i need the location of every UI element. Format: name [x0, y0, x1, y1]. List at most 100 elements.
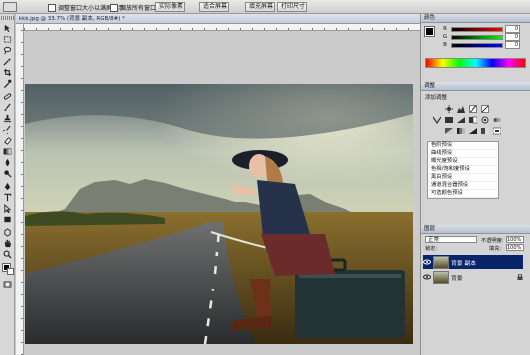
marquee-tool-icon[interactable] — [3, 35, 12, 44]
levels-icon[interactable] — [457, 105, 465, 113]
layer-name: 背景 — [451, 275, 463, 282]
eraser-tool-icon[interactable] — [3, 136, 12, 145]
green-slider-track[interactable] — [451, 34, 503, 40]
black-white-icon[interactable] — [469, 116, 477, 124]
path-selection-tool-icon[interactable] — [3, 204, 12, 213]
vertical-ruler[interactable] — [16, 24, 24, 355]
channel-label: R — [443, 26, 447, 32]
background-color-swatch[interactable] — [7, 268, 14, 275]
print-size-button[interactable]: 打印尺寸 — [277, 2, 307, 12]
color-balance-icon[interactable] — [457, 116, 465, 124]
zoom-all-windows-checkbox[interactable]: 缩放所有窗口 — [110, 3, 156, 12]
adjustments-panel-tab[interactable]: 调整 — [421, 82, 530, 91]
blur-tool-icon[interactable] — [3, 158, 12, 167]
opacity-label: 不透明度: — [481, 238, 504, 244]
zoom-tool-icon[interactable] — [3, 250, 12, 259]
options-bar: 调整窗口大小以满屏显示 缩放所有窗口 实际像素 适合屏幕 填充屏幕 打印尺寸 — [0, 0, 530, 14]
lock-label: 锁定: — [425, 246, 438, 252]
curves-icon[interactable] — [469, 105, 477, 113]
layer-name: 背景 副本 — [451, 260, 477, 267]
visibility-eye-icon[interactable] — [423, 258, 431, 266]
hand-tool-icon[interactable] — [3, 239, 12, 248]
hue-saturation-icon[interactable] — [445, 116, 453, 124]
adjustment-icon-grid — [421, 103, 530, 139]
3d-rotate-tool-icon[interactable] — [3, 228, 12, 237]
preset-item-exposure[interactable]: 曝光度预设 — [428, 158, 498, 166]
color-panel-tab-label: 颜色 — [424, 15, 436, 21]
quick-mask-icon[interactable] — [3, 280, 12, 289]
photo-filter-icon[interactable] — [481, 116, 489, 124]
fill-label: 填充: — [489, 246, 502, 252]
layer-thumbnail — [433, 255, 449, 269]
green-channel-slider[interactable]: G 0 — [441, 33, 520, 41]
layer-thumbnail — [433, 270, 449, 284]
channel-mixer-icon[interactable] — [493, 116, 501, 124]
actual-pixels-button[interactable]: 实际像素 — [155, 2, 185, 12]
adjustment-presets-list: 色阶预设 曲线预设 曝光度预设 色相/饱和度预设 黑白预设 通道混合器预设 可选… — [427, 141, 499, 199]
color-panel-foreground-swatch[interactable] — [424, 26, 435, 37]
checkbox-box[interactable] — [110, 3, 118, 12]
magic-wand-tool-icon[interactable] — [3, 57, 12, 66]
layers-tab-label: 图层 — [424, 226, 436, 232]
horizontal-ruler[interactable] — [24, 24, 420, 31]
brightness-contrast-icon[interactable] — [445, 105, 453, 113]
preset-item-black-white[interactable]: 黑白预设 — [428, 174, 498, 182]
exposure-icon[interactable] — [481, 105, 489, 113]
red-channel-slider[interactable]: R 0 — [441, 25, 520, 33]
pen-tool-icon[interactable] — [3, 182, 12, 191]
fit-screen-button[interactable]: 适合屏幕 — [199, 2, 229, 12]
zoom-tool-icon[interactable] — [3, 2, 17, 12]
preset-item-channel-mixer[interactable]: 通道混合器预设 — [428, 182, 498, 190]
crop-tool-icon[interactable] — [3, 68, 12, 77]
channel-label: B — [443, 42, 447, 48]
panel-dock: 颜色 R 0 G 0 B 0 调整 添加调整 色阶预设 曲线预设 曝光度预设 色… — [420, 14, 530, 355]
blue-channel-slider[interactable]: B 0 — [441, 41, 520, 49]
threshold-icon[interactable] — [469, 127, 477, 135]
clone-stamp-tool-icon[interactable] — [3, 114, 12, 123]
opacity-field[interactable]: 100% — [506, 236, 524, 243]
visibility-eye-icon[interactable] — [423, 273, 431, 281]
type-tool-icon[interactable] — [3, 193, 12, 202]
lasso-tool-icon[interactable] — [3, 46, 12, 55]
blue-slider-track[interactable] — [451, 42, 503, 48]
lock-icon — [517, 274, 523, 280]
invert-icon[interactable] — [445, 127, 453, 135]
fill-screen-button[interactable]: 填充屏幕 — [245, 2, 275, 12]
channel-label: G — [442, 34, 448, 40]
color-spectrum-ramp[interactable] — [425, 58, 526, 68]
zoom-all-windows-label: 缩放所有窗口 — [120, 5, 157, 12]
selective-color-icon[interactable] — [493, 127, 501, 135]
shape-tool-icon[interactable] — [3, 215, 12, 224]
green-value-field[interactable]: 0 — [505, 33, 520, 41]
healing-brush-tool-icon[interactable] — [3, 92, 12, 101]
gradient-map-icon[interactable] — [481, 127, 489, 135]
checkbox-box[interactable] — [48, 3, 56, 12]
vibrance-icon[interactable] — [433, 116, 441, 124]
fill-field[interactable]: 100% — [506, 244, 524, 251]
color-panel-tab[interactable]: 颜色 — [421, 14, 530, 23]
red-value-field[interactable]: 0 — [505, 25, 520, 33]
preset-item-hue-saturation[interactable]: 色相/饱和度预设 — [428, 166, 498, 174]
preset-item-selective-color[interactable]: 可选颜色预设 — [428, 190, 498, 198]
blue-value-field[interactable]: 0 — [505, 41, 520, 49]
blend-mode-value: 正常 — [428, 237, 440, 243]
adjustments-subtitle: 添加调整 — [425, 95, 448, 101]
move-tool-icon[interactable] — [3, 24, 12, 33]
dodge-tool-icon[interactable] — [3, 169, 12, 178]
document-canvas[interactable] — [25, 84, 413, 344]
preset-item-levels[interactable]: 色阶预设 — [428, 142, 498, 150]
color-panel: 颜色 R 0 G 0 B 0 — [421, 14, 530, 68]
history-brush-tool-icon[interactable] — [3, 125, 12, 134]
toolbox-grip[interactable] — [1, 16, 14, 20]
layer-row-background-copy[interactable]: 背景 副本 — [423, 255, 523, 269]
gradient-tool-icon[interactable] — [3, 147, 12, 156]
document-title[interactable]: kkk.jpg @ 33.7% (背景 副本, RGB/8#) * — [16, 14, 420, 24]
brush-tool-icon[interactable] — [3, 103, 12, 112]
preset-item-curves[interactable]: 曲线预设 — [428, 150, 498, 158]
eyedropper-tool-icon[interactable] — [3, 79, 12, 88]
blend-mode-select[interactable]: 正常 — [425, 236, 477, 243]
posterize-icon[interactable] — [457, 127, 465, 135]
red-slider-track[interactable] — [451, 26, 503, 32]
layer-row-background[interactable]: 背景 — [423, 270, 523, 284]
layers-panel-tab[interactable]: 图层 — [421, 225, 530, 234]
